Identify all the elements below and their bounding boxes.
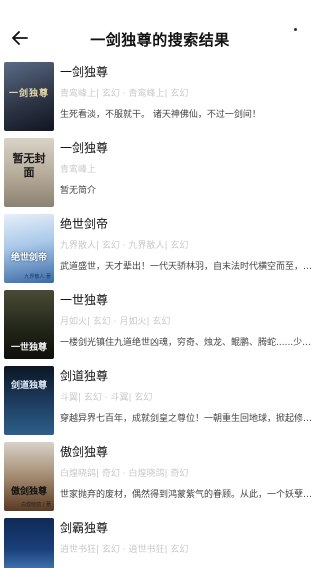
book-title: 一世独尊: [60, 293, 109, 307]
result-item[interactable]: 一世独尊 一世独尊 月如火| 玄幻 · 月如火| 玄幻 一楼剑光镇住九道绝世凶魂…: [0, 287, 320, 363]
book-meta: 逍世书狂| 玄幻 · 逍世书狂| 玄幻: [60, 545, 189, 555]
book-title: 傲剑独尊: [60, 445, 109, 459]
book-title: 一剑独尊: [60, 141, 109, 155]
book-description: 暂无简介: [60, 186, 97, 196]
book-cover: 剑道独尊: [4, 366, 54, 435]
result-item[interactable]: 绝世剑帝 九界散人 著 绝世剑帝 九界散人| 玄幻 · 九界散人| 玄幻 武道盛…: [0, 211, 320, 287]
book-cover: 一剑独尊: [4, 62, 54, 131]
book-cover: 傲剑独尊 白煌晓鸽 / 著: [4, 442, 54, 511]
book-title: 剑霸独尊: [60, 521, 109, 535]
result-item[interactable]: 剑道独尊 剑道独尊 斗翼| 玄幻 · 斗翼| 玄幻 穿越异界七百年，成就剑皇之尊…: [0, 363, 320, 439]
status-dot: [294, 28, 297, 31]
search-results-list: 一剑独尊 一剑独尊 青鸾峰上| 玄幻 · 青鸾峰上| 玄幻 生死看淡，不服就干。…: [0, 59, 320, 568]
book-title: 剑道独尊: [60, 369, 109, 383]
book-description: 一楼剑光镇住九道绝世凶魂，穷奇、烛龙、鲲鹏、腾蛇......少年...: [60, 338, 315, 348]
book-meta: 白煌晓鸽| 奇幻 · 白煌晓鸽| 奇幻: [60, 469, 189, 479]
book-description: 穿越异界七百年，成就剑皇之尊位！一朝重生回地球，掀起修炼界...: [60, 414, 315, 424]
book-cover: 一世独尊: [4, 290, 54, 359]
book-meta: 九界散人| 玄幻 · 九界散人| 玄幻: [60, 241, 189, 251]
book-description: 生死看淡，不服就干。 诸天神佛仙，不过一剑间！: [60, 110, 261, 120]
book-cover: 暂无封面: [4, 138, 54, 207]
book-description: 世家抛弃的废材，偶然得到鸿蒙紫气的眷顾。从此，一个妖孽般的...: [60, 490, 315, 500]
book-meta: 青鸾峰上| 玄幻 · 青鸾峰上| 玄幻: [60, 89, 189, 99]
book-cover: [4, 518, 54, 568]
result-item[interactable]: 一剑独尊 一剑独尊 青鸾峰上| 玄幻 · 青鸾峰上| 玄幻 生死看淡，不服就干。…: [0, 59, 320, 135]
page-title: 一剑独尊的搜索结果: [90, 31, 230, 49]
book-description: 武道盛世，天才辈出！一代天骄林羽，自末法时代横空而至，横推...: [60, 262, 315, 272]
result-item[interactable]: 傲剑独尊 白煌晓鸽 / 著 傲剑独尊 白煌晓鸽| 奇幻 · 白煌晓鸽| 奇幻 世…: [0, 439, 320, 515]
book-meta: 青鸾峰上: [60, 165, 97, 175]
book-title: 绝世剑帝: [60, 217, 109, 231]
result-item[interactable]: 剑霸独尊 逍世书狂| 玄幻 · 逍世书狂| 玄幻: [0, 515, 320, 568]
result-item[interactable]: 暂无封面 一剑独尊 青鸾峰上 暂无简介: [0, 135, 320, 211]
book-title: 一剑独尊: [60, 65, 109, 79]
book-meta: 斗翼| 玄幻 · 斗翼| 玄幻: [60, 393, 153, 403]
book-cover: 绝世剑帝 九界散人 著: [4, 214, 54, 283]
book-meta: 月如火| 玄幻 · 月如火| 玄幻: [60, 317, 171, 327]
